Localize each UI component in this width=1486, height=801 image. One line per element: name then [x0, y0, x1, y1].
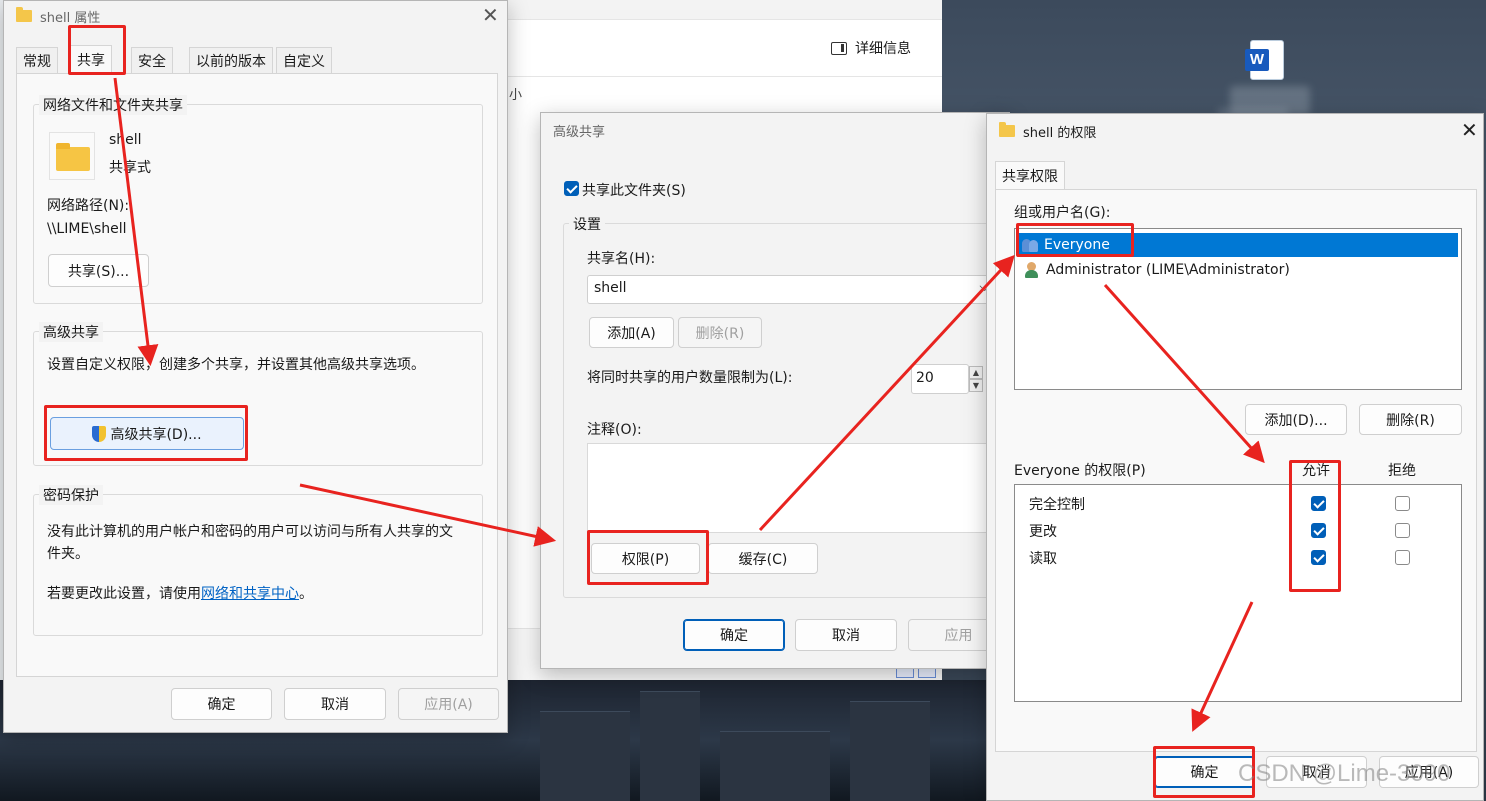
arrow-advanced-to-dialog [299, 483, 557, 547]
annotation-arrows [113, 77, 1265, 732]
arrow-allow-to-ok [1191, 601, 1254, 732]
arrow-permissions-to-everyone [758, 254, 1015, 532]
arrow-everyone-to-allow [1103, 283, 1265, 464]
arrow-sharing-to-advanced [113, 77, 159, 367]
watermark: CSDN @Lime-3090 [1238, 760, 1451, 787]
